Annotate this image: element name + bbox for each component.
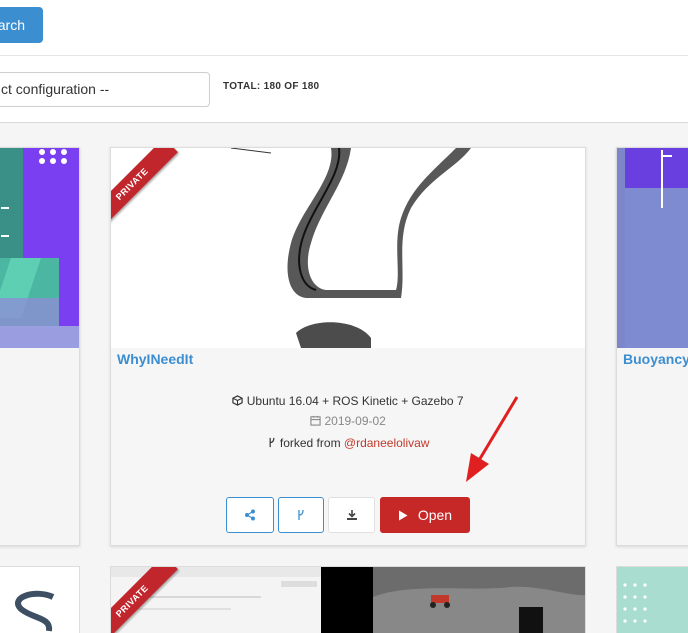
- fork-icon: [296, 507, 306, 523]
- cube-icon: [232, 394, 246, 408]
- configuration-select[interactable]: ct configuration --: [0, 72, 210, 107]
- project-thumbnail: [111, 148, 585, 348]
- project-card[interactable]: [0, 566, 80, 633]
- thumbnail-graphic: [0, 148, 79, 348]
- forked-prefix: forked from: [279, 436, 344, 450]
- fork-button[interactable]: [278, 497, 324, 533]
- thumbnail-graphic: [0, 567, 79, 633]
- project-card[interactable]: Buoyancy: [616, 147, 688, 546]
- search-button[interactable]: arch: [0, 7, 43, 43]
- thumbnail-graphic: [111, 567, 585, 633]
- download-button[interactable]: [328, 497, 375, 533]
- fork-icon: [267, 436, 280, 450]
- config-row: Ubuntu 16.04 + ROS Kinetic + Gazebo 7: [111, 394, 585, 408]
- share-icon: [244, 507, 256, 523]
- project-card[interactable]: [616, 566, 688, 633]
- thumbnail-graphic: [617, 148, 688, 348]
- config-text: Ubuntu 16.04 + ROS Kinetic + Gazebo 7: [246, 394, 464, 408]
- thumbnail-graphic: [617, 567, 688, 633]
- question-mark-sketch: [230, 148, 471, 348]
- project-card[interactable]: PRIVATE WhyINeedIt Ubuntu 16.04 + ROS Ki…: [110, 147, 586, 546]
- calendar-icon: [310, 414, 324, 428]
- total-count: TOTAL: 180 OF 180: [223, 81, 320, 92]
- project-card[interactable]: PRIVATE: [110, 566, 586, 633]
- filter-bar: ct configuration -- TOTAL: 180 OF 180: [0, 56, 688, 123]
- date-text: 2019-09-02: [324, 414, 386, 428]
- project-thumbnail: [617, 148, 688, 348]
- project-title[interactable]: WhyINeedIt: [117, 351, 193, 367]
- fork-row: forked from @rdaneelolivaw: [111, 436, 585, 450]
- project-card[interactable]: [0, 147, 80, 546]
- project-title[interactable]: Buoyancy: [623, 351, 688, 367]
- open-label: Open: [417, 507, 453, 523]
- date-row: 2019-09-02: [111, 414, 585, 428]
- project-thumbnail: [0, 148, 79, 348]
- play-icon: [398, 507, 412, 523]
- top-bar: arch: [0, 0, 688, 56]
- open-button[interactable]: Open: [380, 497, 470, 533]
- download-icon: [346, 507, 358, 523]
- forked-user-link[interactable]: @rdaneelolivaw: [344, 436, 430, 450]
- share-button[interactable]: [226, 497, 274, 533]
